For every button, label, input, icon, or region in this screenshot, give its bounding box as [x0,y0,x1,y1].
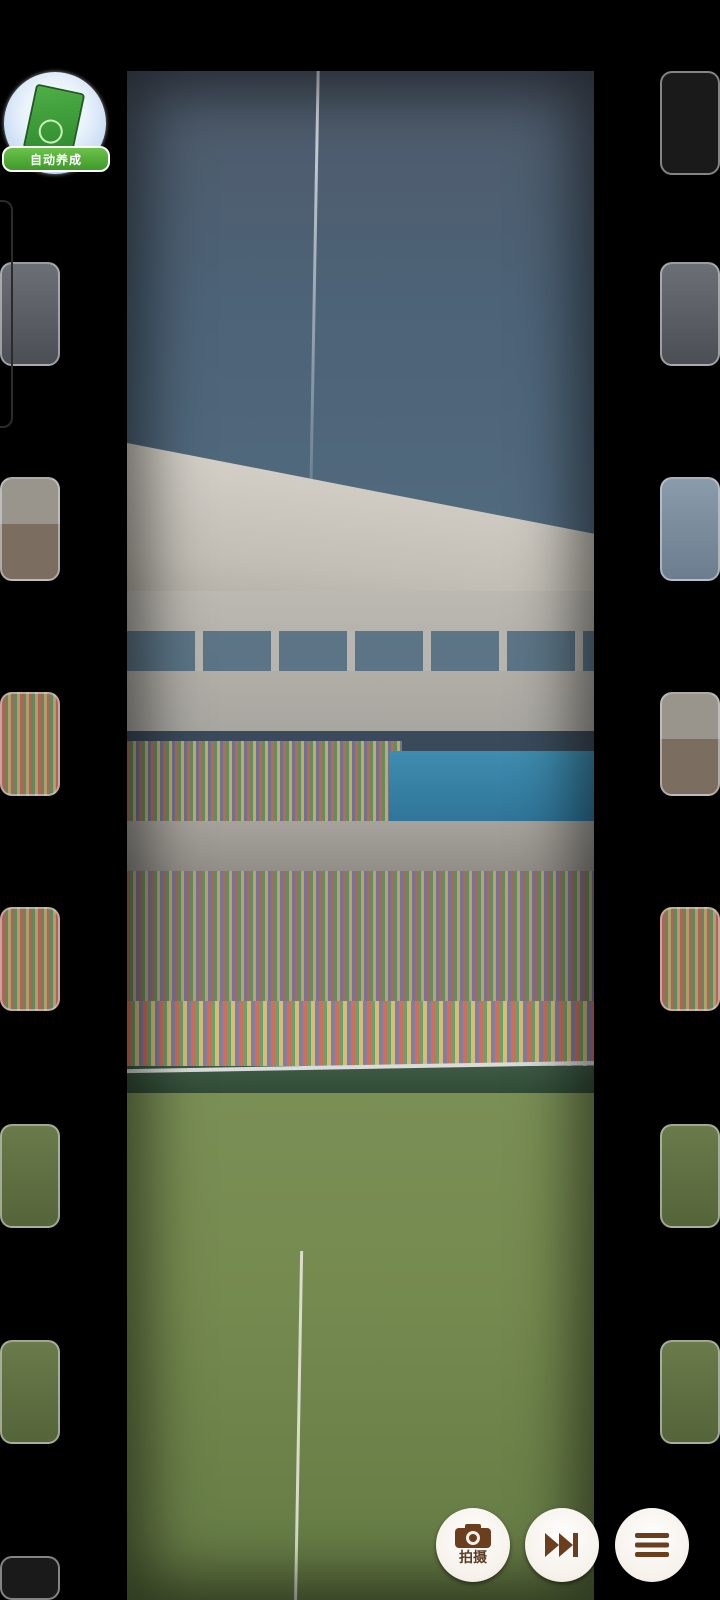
auto-train-button[interactable]: 自动养成 [2,72,110,176]
fast-forward-icon [543,1530,581,1560]
film-sprocket-right [660,477,720,581]
film-sprocket-left [0,692,60,796]
film-sprocket-right [660,1124,720,1228]
film-sprocket-right [660,71,720,175]
film-sprocket-right [660,1340,720,1444]
film-sprocket-left [0,1556,60,1600]
menu-button[interactable] [615,1508,689,1582]
film-sprocket-left [0,477,60,581]
side-drawer-handle[interactable] [0,200,13,428]
auto-train-ribbon: 自动养成 [2,146,110,172]
grandstand-deck [127,821,594,876]
camera-button-label: 拍摄 [459,1550,487,1566]
race-screen: 自动养成 拍摄 [0,0,720,1600]
auto-train-label: 自动养成 [29,152,82,167]
film-sprocket-left [0,1340,60,1444]
film-sprocket-right [660,907,720,1011]
camera-icon [453,1523,493,1549]
crowd-front [127,1001,594,1071]
film-sprocket-left [0,907,60,1011]
race-scene-viewport [127,71,594,1600]
turf-track [127,1093,594,1600]
hamburger-menu-icon [633,1530,671,1560]
crowd-upper [127,741,402,821]
film-sprocket-right [660,692,720,796]
grandstand-windows [127,631,594,671]
film-sprocket-left [0,1124,60,1228]
fast-forward-button[interactable] [525,1508,599,1582]
camera-button[interactable]: 拍摄 [436,1508,510,1582]
film-sprocket-right [660,262,720,366]
